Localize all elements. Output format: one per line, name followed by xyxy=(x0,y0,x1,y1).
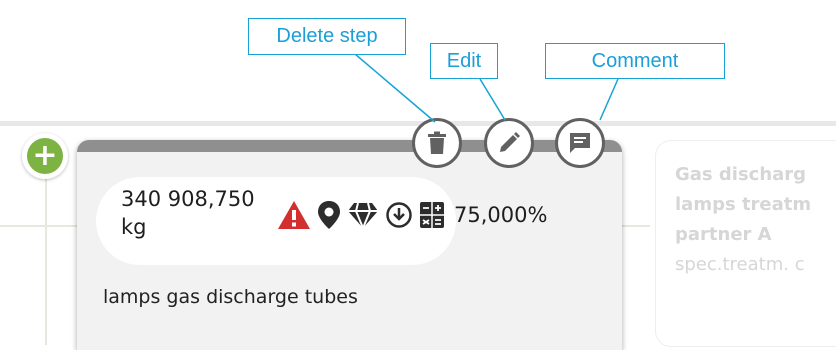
edit-callout: Edit xyxy=(430,43,498,79)
delete-step-callout: Delete step xyxy=(248,18,406,55)
comment-callout: Comment xyxy=(545,43,725,79)
